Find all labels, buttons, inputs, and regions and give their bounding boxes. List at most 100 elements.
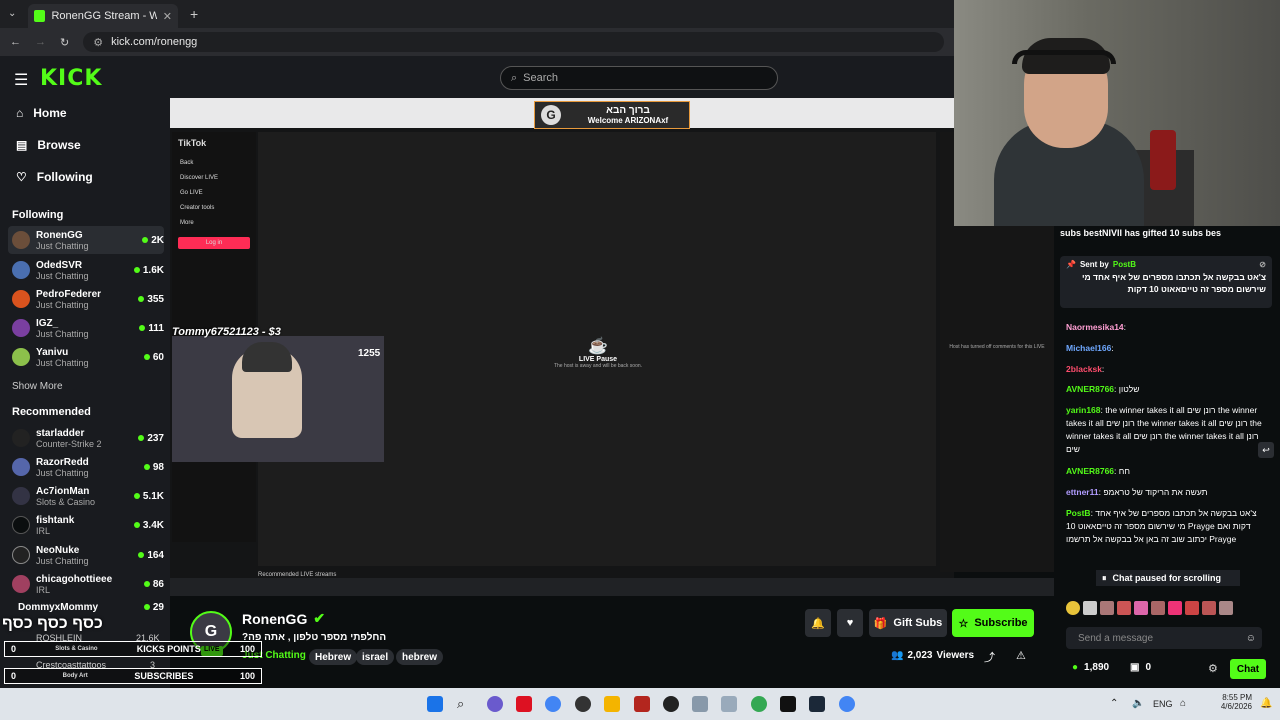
network-icon[interactable]: ⌂ (1180, 698, 1186, 709)
avatar (12, 516, 30, 534)
app-red-icon[interactable] (516, 696, 532, 712)
live-dot-icon (138, 552, 145, 558)
avatar (12, 348, 30, 366)
settings-app-icon[interactable] (692, 696, 708, 712)
recommended-channel[interactable]: DommyxMommy 29 (8, 598, 164, 616)
chat-message: AVNER8766: חח (1066, 466, 1130, 476)
live-dot-icon (139, 325, 146, 331)
kicks-points-goal: 0 Slots & Casino KICKS POINTS 100 (4, 641, 262, 657)
app-icon[interactable] (721, 696, 737, 712)
chrome-icon[interactable] (545, 696, 561, 712)
subscribers-goal: 0 Body Art SUBSCRIBES 100 (4, 668, 262, 684)
recommended-channel[interactable]: fishtank IRL 3.4K (8, 511, 164, 539)
gift-subs-button[interactable]: 🎁 Gift Subs (869, 609, 947, 637)
close-tab-icon[interactable]: ✕ (163, 10, 172, 23)
live-dot-icon (143, 604, 150, 610)
share-icon[interactable]: ⤴ (984, 649, 995, 665)
streamer-webcam (954, 0, 1280, 226)
nav-home[interactable]: ⌂ Home (16, 106, 67, 120)
show-more-link[interactable]: Show More (12, 381, 63, 392)
reply-icon[interactable]: ↩ (1258, 442, 1274, 458)
welcome-banner: G ברוך הבא Welcome ARIZONAxf (534, 101, 690, 129)
new-tab-button[interactable]: + (190, 6, 198, 22)
sub-count-display[interactable]: ▣ 0 (1130, 662, 1151, 673)
address-bar[interactable]: ⚙ kick.com/ronengg (83, 32, 944, 52)
streamer-name[interactable]: RonenGG ✔ (242, 610, 325, 627)
search-taskbar-icon[interactable]: ⌕ (457, 696, 473, 712)
notifications-bell-icon[interactable]: 🔔 (805, 609, 831, 637)
following-channel[interactable]: Yanivu Just Chatting 60 (8, 343, 164, 371)
follow-heart-icon[interactable]: ♥ (837, 609, 863, 637)
tray-chevron-icon[interactable]: ⌃ (1110, 698, 1118, 709)
file-explorer-icon[interactable] (604, 696, 620, 712)
points-icon: ● (1072, 662, 1079, 673)
steam-icon[interactable] (809, 696, 825, 712)
nav-following[interactable]: ♡ Following (16, 170, 93, 184)
gift-ticker: subs bestNIVII has gifted 10 subs bes (1060, 228, 1222, 238)
following-channel[interactable]: PedroFederer Just Chatting 355 (8, 285, 164, 313)
browse-icon: ▤ (16, 138, 28, 152)
app-g-icon[interactable] (663, 696, 679, 712)
discord-icon[interactable] (487, 696, 503, 712)
logo-g-icon: G (541, 105, 561, 125)
chat-send-button[interactable]: Chat (1230, 659, 1266, 679)
search-placeholder: Search (523, 72, 559, 84)
following-channel[interactable]: IGZ_ Just Chatting 111 (8, 314, 164, 342)
start-button-icon[interactable] (427, 696, 443, 712)
recommended-channel[interactable]: starladder Counter-Strike 2 237 (8, 424, 164, 452)
app-icon[interactable] (634, 696, 650, 712)
chrome-profile-icon[interactable] (751, 696, 767, 712)
tag-hebrew[interactable]: Hebrew (309, 649, 358, 665)
avatar (12, 429, 30, 447)
search-input[interactable]: ⌕ Search (500, 66, 778, 90)
avatar (12, 231, 30, 249)
report-icon[interactable]: ⚠ (1016, 649, 1026, 662)
recommended-channel[interactable]: Ac7ionMan Slots & Casino 5.1K (8, 482, 164, 510)
notification-bell-icon[interactable]: 🔔 (1260, 698, 1272, 709)
chat-settings-icon[interactable]: ⚙ (1208, 662, 1218, 675)
live-dot-icon (138, 296, 145, 302)
emoji-icon[interactable]: ☺ (1246, 633, 1256, 644)
following-channel[interactable]: OdedSVR Just Chatting 1.6K (8, 256, 164, 284)
menu-icon[interactable]: ☰ (14, 70, 28, 90)
chat-message: yarin168: the winner takes it all רונן ש… (1066, 405, 1262, 454)
browser-tab[interactable]: RonenGG Stream - Watch L ✕ (28, 4, 178, 28)
chrome-alt-icon[interactable] (839, 696, 855, 712)
reload-icon[interactable]: ↻ (60, 36, 69, 49)
tag-israel[interactable]: israel (356, 649, 395, 665)
chat-message: AVNER8766: שלטון (1066, 384, 1140, 394)
emote-bar[interactable] (1066, 601, 1266, 619)
speaker-icon[interactable]: 🔈 (1132, 698, 1144, 709)
recommended-channel[interactable]: chicagohottieee IRL 86 (8, 570, 164, 598)
tab-list-icon[interactable]: ⌄ (8, 8, 16, 19)
avatar (12, 458, 30, 476)
obs-icon[interactable] (575, 696, 591, 712)
live-dot-icon (143, 354, 150, 360)
recommended-heading: Recommended (12, 406, 91, 418)
tag-hebrew-lower[interactable]: hebrew (396, 649, 444, 665)
nav-browse[interactable]: ▤ Browse (16, 138, 81, 152)
pin-icon: 📌 (1066, 260, 1076, 269)
following-heading: Following (12, 209, 64, 221)
kick-logo[interactable]: KICK (40, 66, 102, 91)
points-display[interactable]: ● 1,890 (1072, 662, 1109, 673)
back-icon[interactable]: ← (10, 36, 21, 48)
site-info-icon[interactable]: ⚙ (93, 36, 103, 49)
forward-icon[interactable]: → (35, 36, 46, 48)
chat-message: Michael166: (1066, 343, 1114, 353)
following-channel[interactable]: RonenGG Just Chatting 2K (8, 226, 164, 254)
unpin-icon[interactable]: ⊘ (1259, 260, 1266, 269)
live-dot-icon (133, 267, 140, 273)
live-pause-notice: ☕ LIVE Pause The host is away and will b… (540, 336, 656, 369)
stream-title: ?החלפתי מספר טלפון , אתה פה (242, 632, 387, 643)
chat-message: 2blacksk: (1066, 364, 1105, 374)
recommended-channel[interactable]: RazorRedd Just Chatting 98 (8, 453, 164, 481)
video-controls-bar[interactable] (170, 578, 1054, 596)
clock[interactable]: 8:55 PM 4/6/2026 (1216, 693, 1252, 711)
recommended-channel[interactable]: NeoNuke Just Chatting 164 (8, 541, 164, 569)
chat-input[interactable]: Send a message ☺ (1066, 627, 1262, 649)
chat-paused-banner[interactable]: ⏸ Chat paused for scrolling (1096, 570, 1240, 586)
capcut-icon[interactable] (780, 696, 796, 712)
subscribe-button[interactable]: ☆ Subscribe (952, 609, 1034, 637)
language-indicator[interactable]: ENG (1153, 699, 1173, 709)
